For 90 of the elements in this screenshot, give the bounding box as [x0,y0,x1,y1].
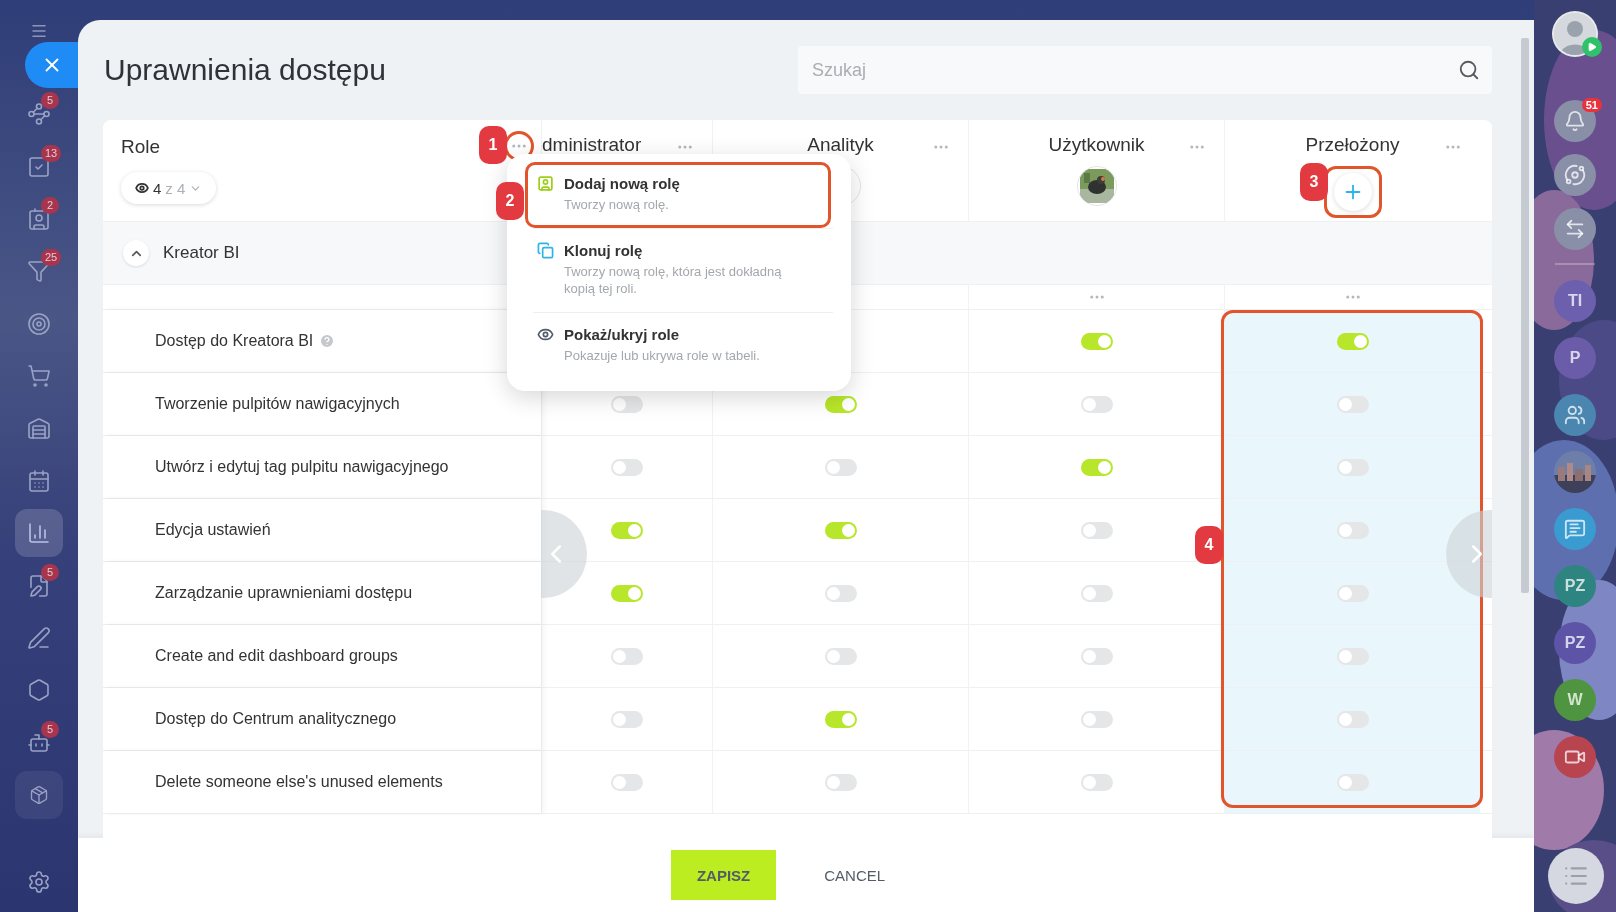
settings-icon[interactable] [27,870,51,894]
cancel-button[interactable]: CANCEL [798,850,912,900]
permission-label: Utwórz i edytuj tag pulpitu nawigacyjnego [155,458,449,476]
nav-item[interactable] [15,771,63,820]
calendar-icon [27,468,51,493]
nav-item[interactable]: 13 [15,142,63,191]
bar-chart-icon [27,521,51,546]
toggle-switch[interactable] [1336,584,1369,602]
group-title: Kreator BI [163,243,240,263]
permission-label: Edycja ustawień [155,521,271,539]
step-badge: 2 [496,182,524,220]
step-badge: 1 [479,126,507,164]
toggle-switch[interactable] [1336,332,1369,350]
toggle-switch[interactable] [1080,584,1113,602]
toggle-switch[interactable] [1336,521,1369,539]
toggle-switch[interactable] [611,710,643,728]
count-badge: 5 [41,563,59,581]
toggle-switch[interactable] [1080,521,1113,539]
page-title: Uprawnienia dostępu [104,53,386,87]
save-button[interactable]: ZAPISZ [670,850,777,900]
step-badge: 3 [1300,163,1328,201]
toggle-switch[interactable] [1336,395,1369,413]
toggle-switch[interactable] [1336,773,1369,791]
permission-label: Dostęp do Centrum analitycznego [155,710,397,728]
copy-icon [537,242,554,259]
toggle-switch[interactable] [611,773,643,791]
toggle-switch[interactable] [1336,710,1369,728]
toggle-switch[interactable] [611,584,643,602]
hexagon-icon [27,678,51,703]
toggle-switch[interactable] [824,773,857,791]
nav-item[interactable] [15,509,63,558]
menu-item[interactable]: Klonuj rolę Tworzy nową rolę, która jest dokładną kopią tej roli. [525,229,831,312]
toggle-switch[interactable] [1336,458,1369,476]
toggle-switch[interactable] [611,458,643,476]
close-button[interactable] [25,42,78,88]
count-badge: 25 [41,249,62,267]
role-title: Przełożony [1305,134,1400,156]
menu-item[interactable]: Dodaj nową rolę Tworzy nową rolę. [525,162,831,228]
toggle-switch[interactable] [1080,458,1113,476]
cart-icon [27,364,51,389]
permission-label: Dostęp do Kreatora BI [155,332,314,350]
toggle-switch[interactable] [824,710,857,728]
nav-item[interactable]: 25 [15,247,63,296]
nav-item[interactable]: 5 [15,90,63,139]
permission-label: Delete someone else's unused elements [155,773,443,791]
contact-icon [537,175,554,192]
search-field[interactable]: Szukaj [810,58,1458,82]
toggle-switch[interactable] [1080,647,1113,665]
count-badge: 13 [41,144,62,162]
role-title: Analityk [807,134,874,156]
toggle-switch[interactable] [824,458,857,476]
toggle-switch[interactable] [1336,647,1369,665]
toggle-switch[interactable] [611,647,643,665]
count-badge: 5 [41,92,59,110]
toggle-switch[interactable] [1080,332,1113,350]
step-badge: 4 [1195,526,1223,564]
role-filter-button[interactable]: 4 z 4 [121,172,217,204]
eye-icon [537,326,554,343]
route-icon [27,102,51,127]
target-icon [27,311,51,336]
collapse-button[interactable] [123,240,149,266]
toggle-switch[interactable] [824,584,857,602]
toggle-switch[interactable] [611,521,643,539]
add-button[interactable] [1333,173,1372,211]
cube-icon [29,785,49,806]
search-bar[interactable]: Szukaj [798,46,1492,94]
toggle-switch[interactable] [1080,773,1113,791]
eye-icon [135,181,149,195]
count-badge: 2 [41,196,59,214]
nav-item[interactable]: 5 [15,561,63,610]
toggle-switch[interactable] [611,395,643,413]
role-title: dministrator [542,134,642,156]
nav-item[interactable]: 5 [15,718,63,767]
permission-label: Tworzenie pulpitów nawigacyjnych [155,395,400,413]
role-title: Użytkownik [1048,134,1145,156]
pen-icon [27,626,51,651]
column-title: Role [121,136,161,158]
help-icon[interactable] [319,333,336,349]
toggle-switch[interactable] [824,647,857,665]
toggle-switch[interactable] [1080,710,1113,728]
permission-label: Create and edit dashboard groups [155,647,398,665]
menu-item[interactable]: Pokaż/ukryj role Pokazuje lub ukrywa role w tabeli. [525,313,831,379]
permission-label: Zarządzanie uprawnieniami dostępu [155,584,413,602]
toggle-switch[interactable] [824,395,857,413]
toggle-switch[interactable] [824,521,857,539]
garage-icon [27,416,51,441]
toggle-switch[interactable] [1080,395,1113,413]
search-icon[interactable] [1458,59,1480,81]
nav-item[interactable]: 2 [15,194,63,243]
count-badge: 5 [41,720,59,738]
